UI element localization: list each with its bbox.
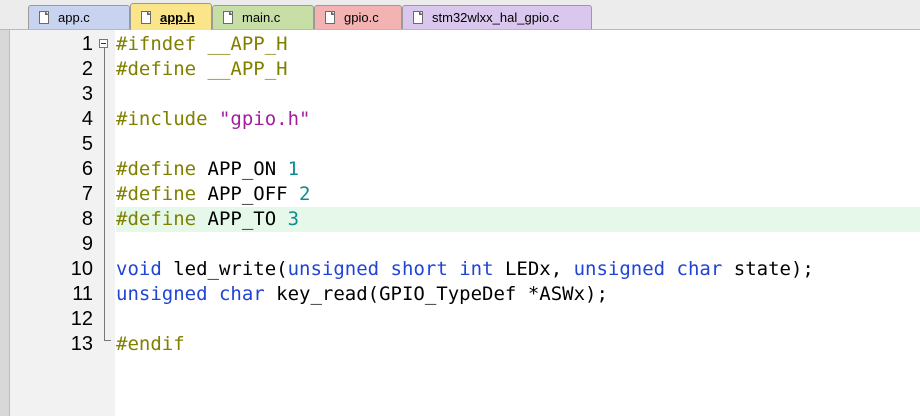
code-token-pp: #define __APP_H (116, 58, 288, 80)
code-token-pp: #define (116, 208, 208, 230)
code-editor[interactable]: 1 #ifndef __APP_H 2 #define __APP_H 3 4 #inclu… (0, 30, 920, 416)
code-line[interactable]: 13 #endif (0, 332, 920, 357)
tab-label: main.c (242, 10, 281, 25)
line-number: 8 (81, 208, 93, 230)
code-text: #include "gpio.h" (116, 107, 920, 132)
tab-label: app.h (160, 10, 195, 25)
code-line[interactable]: 7 #define APP_OFF 2 (0, 182, 920, 207)
code-text: unsigned char key_read(GPIO_TypeDef *ASW… (116, 282, 920, 307)
tab-gpio-c[interactable]: gpio.c (314, 5, 402, 29)
tab-app-h[interactable]: app.h (130, 3, 212, 31)
file-tab-bar: app.c app.h main.c gpio.c stm32wlxx_hal_gpio… (0, 0, 920, 31)
code-token-num: 2 (299, 183, 311, 205)
tab-label: gpio.c (344, 10, 379, 25)
tab-label: app.c (58, 10, 90, 25)
line-number: 11 (72, 283, 93, 305)
code-text: #define APP_OFF 2 (116, 182, 920, 207)
code-token-id: LEDx, (493, 258, 574, 280)
line-number: 9 (81, 233, 93, 255)
code-token-pp: #include (116, 108, 219, 130)
code-text: #define APP_TO 3 (116, 207, 920, 232)
code-token-id: APP_OFF (207, 183, 300, 205)
file-icon (141, 11, 151, 24)
tab-app-c[interactable]: app.c (28, 5, 130, 29)
tab-main-c[interactable]: main.c (212, 5, 314, 29)
code-token-id: key_read(GPIO_TypeDef *ASWx); (264, 283, 608, 305)
code-token-num: 1 (287, 158, 300, 180)
tab-stm32wlxx-hal-gpio-c[interactable]: stm32wlxx_hal_gpio.c (402, 5, 592, 29)
code-line[interactable]: 4 #include "gpio.h" (0, 107, 920, 132)
code-token-kw: unsigned short int (287, 258, 494, 280)
code-text: #define __APP_H (116, 57, 920, 82)
tab-label: stm32wlxx_hal_gpio.c (432, 10, 560, 25)
file-icon (325, 11, 335, 24)
code-token-id: led_write( (161, 258, 288, 280)
code-token-num: 3 (287, 208, 300, 230)
line-number: 4 (81, 108, 93, 130)
code-line[interactable]: 1 #ifndef __APP_H (0, 32, 920, 57)
code-text: #define APP_ON 1 (116, 157, 920, 182)
code-token-kw: unsigned char (573, 258, 723, 280)
line-number: 1 (81, 33, 93, 55)
code-token-pp: #define (116, 158, 208, 180)
code-line[interactable]: 3 (0, 82, 920, 107)
line-number: 13 (70, 333, 93, 355)
code-line[interactable]: 10 void led_write(unsigned short int LEDx… (0, 257, 920, 282)
code-line[interactable]: 6 #define APP_ON 1 (0, 157, 920, 182)
line-number: 7 (81, 183, 93, 205)
code-token-str: "gpio.h" (218, 108, 311, 130)
code-token-kw: void (116, 258, 162, 280)
code-line[interactable]: 5 (0, 132, 920, 157)
file-icon (413, 11, 423, 24)
code-token-id: state); (722, 258, 814, 280)
code-token-pp: #endif (116, 333, 185, 355)
code-line[interactable]: 11 unsigned char key_read(GPIO_TypeDef *A… (0, 282, 920, 307)
file-icon (223, 11, 233, 24)
code-text: #ifndef __APP_H (116, 32, 920, 57)
code-token-kw: unsigned char (116, 283, 265, 305)
line-number: 3 (81, 83, 93, 105)
code-token-id: APP_TO (207, 208, 288, 230)
code-line[interactable]: 8 #define APP_TO 3 (0, 207, 920, 232)
code-text: void led_write(unsigned short int LEDx, … (116, 257, 920, 282)
line-number: 10 (70, 258, 93, 280)
code-token-pp: #ifndef __APP_H (116, 33, 288, 55)
code-line[interactable]: 2 #define __APP_H (0, 57, 920, 82)
code-token-pp: #define (116, 183, 208, 205)
line-number: 5 (81, 133, 93, 155)
line-number: 6 (81, 158, 93, 180)
code-text: #endif (116, 332, 920, 357)
code-line[interactable]: 12 (0, 307, 920, 332)
line-number: 2 (81, 58, 93, 80)
code-line[interactable]: 9 (0, 232, 920, 257)
line-number: 12 (70, 308, 93, 330)
code-token-id: APP_ON (207, 158, 288, 180)
file-icon (39, 11, 49, 24)
